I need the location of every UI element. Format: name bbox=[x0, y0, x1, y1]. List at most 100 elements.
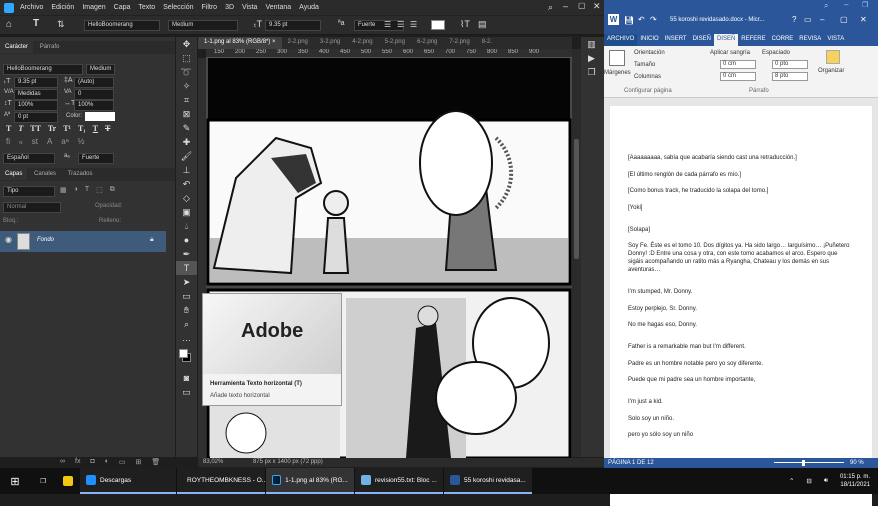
align-right-icon[interactable]: ☰ bbox=[410, 20, 417, 29]
history-panel-icon[interactable]: ▥ bbox=[581, 37, 602, 51]
para-3[interactable]: [Como bonus track, he traducido la solap… bbox=[628, 187, 854, 195]
adjust-filter-icon[interactable]: ◑ bbox=[74, 186, 78, 194]
zoom-level[interactable]: 83,02% bbox=[203, 459, 223, 465]
superscript-button[interactable]: T¹ bbox=[63, 124, 71, 133]
menu-vista[interactable]: Vista bbox=[242, 4, 257, 11]
vertical-scrollbar[interactable] bbox=[572, 49, 581, 457]
space-before-field[interactable]: 0 pto bbox=[772, 60, 808, 69]
blur-tool-icon[interactable]: 💧︎ bbox=[176, 219, 197, 233]
ligature-icon[interactable]: fi bbox=[6, 137, 10, 146]
char-font-style[interactable]: Medium bbox=[86, 64, 115, 75]
ribbon-options-icon[interactable]: ▭ bbox=[804, 15, 812, 24]
layer-name[interactable]: Fondo bbox=[37, 237, 54, 243]
eyedropper-tool-icon[interactable]: ✎ bbox=[176, 121, 197, 135]
word-minimize-icon[interactable]: – bbox=[820, 15, 824, 24]
dodge-tool-icon[interactable]: ● bbox=[176, 233, 197, 247]
taskbar-notepad[interactable]: revision55.txt: Bloc ... bbox=[355, 468, 443, 494]
mask-icon[interactable]: ◘ bbox=[90, 458, 94, 466]
menu-filtro[interactable]: Filtro bbox=[202, 4, 218, 11]
small-caps-button[interactable]: Tr bbox=[48, 124, 56, 133]
zoom-tool-icon[interactable]: ⌕ bbox=[176, 317, 197, 331]
file-explorer-icon[interactable] bbox=[56, 468, 80, 494]
indent-right-field[interactable]: 0 cm bbox=[720, 72, 756, 81]
group-icon[interactable]: ▭ bbox=[119, 458, 126, 466]
frame-tool-icon[interactable]: ⊠ bbox=[176, 107, 197, 121]
para-14[interactable]: Solo soy un niño. bbox=[628, 415, 854, 423]
para-15[interactable]: pero yo sólo soy un niño bbox=[628, 431, 854, 439]
para-11[interactable]: Padre es un hombre notable pero yo soy d… bbox=[628, 360, 854, 368]
swash-icon[interactable]: ℴ bbox=[19, 137, 23, 146]
font-style-select[interactable]: Medium bbox=[168, 20, 238, 31]
tab-capas[interactable]: Capas bbox=[0, 168, 28, 180]
tab-insertar[interactable]: INSERT bbox=[662, 34, 690, 46]
start-button[interactable]: ⊞ bbox=[0, 468, 30, 494]
tab-parrafo[interactable]: Párrafo bbox=[35, 41, 65, 53]
menu-imagen[interactable]: Imagen bbox=[82, 4, 105, 11]
visibility-eye-icon[interactable]: ◉ bbox=[5, 235, 12, 244]
orientation-button[interactable]: Orientación bbox=[634, 50, 665, 56]
volume-icon[interactable]: 🔊︎ bbox=[818, 468, 834, 494]
taskbar-opera[interactable]: ROYTHEOMBKNESS - O... bbox=[177, 468, 267, 494]
panels-icon[interactable]: ▤ bbox=[478, 19, 487, 30]
language-select[interactable]: Español bbox=[3, 153, 55, 164]
arrange-button[interactable]: Organizar bbox=[818, 68, 844, 74]
doc-tab-8[interactable]: 8-2. bbox=[476, 37, 498, 49]
menu-3d[interactable]: 3D bbox=[225, 4, 234, 11]
adjustment-icon[interactable]: ◐ bbox=[105, 458, 109, 466]
menu-ayuda[interactable]: Ayuda bbox=[299, 4, 319, 11]
para-6[interactable]: Soy Fe. Éste es el tomo 10. Dos dígitos … bbox=[628, 242, 854, 274]
align-center-icon[interactable]: ☰ bbox=[397, 20, 404, 29]
all-caps-button[interactable]: TT bbox=[30, 124, 41, 133]
align-left-icon[interactable]: ☰ bbox=[384, 20, 391, 29]
screen-mode-icon[interactable]: ▭ bbox=[176, 385, 197, 399]
tab-archivo[interactable]: ARCHIVO bbox=[604, 34, 638, 46]
app-restore-icon[interactable]: ❐ bbox=[862, 1, 868, 9]
crop-tool-icon[interactable]: ⌗ bbox=[176, 93, 197, 107]
doc-tab-6[interactable]: 6-2.png bbox=[411, 37, 443, 49]
menu-archivo[interactable]: Archivo bbox=[20, 4, 43, 11]
space-after-field[interactable]: 8 pto bbox=[772, 72, 808, 81]
marquee-tool-icon[interactable]: ⬚ bbox=[176, 51, 197, 65]
help-icon[interactable]: ? bbox=[792, 15, 796, 24]
taskbar-word[interactable]: 55 koroshi revidasa... bbox=[444, 468, 532, 494]
doc-tab-5[interactable]: 5-2.png bbox=[379, 37, 411, 49]
ordinal-icon[interactable]: aᵃ bbox=[61, 137, 68, 146]
doc-tab-1[interactable]: 1-1.png al 83% (RGB/8*) × bbox=[198, 37, 282, 49]
type-tool-icon[interactable]: T bbox=[33, 18, 39, 29]
char-kerning[interactable]: Medidas bbox=[14, 89, 58, 100]
menu-texto[interactable]: Texto bbox=[138, 4, 155, 11]
para-10[interactable]: Father is a remarkable man but I'm diffe… bbox=[628, 343, 854, 351]
page-count[interactable]: PÁGINA 1 DE 12 bbox=[608, 460, 654, 466]
tab-diseno-pagina[interactable]: DISEÑ bbox=[713, 34, 739, 46]
scrollbar-thumb[interactable] bbox=[574, 139, 579, 259]
word-page[interactable]: [Aaaaaaaaa, sabía que acabaría siendo ca… bbox=[610, 106, 872, 506]
clock[interactable]: 01:15 p. m. 18/11/2021 bbox=[834, 468, 878, 494]
actions-panel-icon[interactable]: ▶ bbox=[581, 51, 602, 65]
zoom-slider-thumb[interactable] bbox=[802, 460, 805, 466]
color-swatches[interactable] bbox=[176, 345, 197, 371]
link-layers-icon[interactable]: ∞ bbox=[60, 458, 65, 466]
margins-button[interactable]: Márgenes bbox=[604, 70, 631, 76]
more-tools-icon[interactable]: … bbox=[176, 331, 197, 345]
size-button[interactable]: Tamaño bbox=[634, 62, 655, 68]
titling-icon[interactable]: A bbox=[47, 137, 52, 146]
arrange-icon[interactable] bbox=[826, 50, 840, 64]
menu-edicion[interactable]: Edición bbox=[51, 4, 74, 11]
menu-seleccion[interactable]: Selección bbox=[163, 4, 193, 11]
blend-mode-select[interactable]: Normal bbox=[3, 202, 61, 213]
para-7[interactable]: I'm stumped, Mr. Donny. bbox=[628, 288, 854, 296]
gradient-tool-icon[interactable]: ▣ bbox=[176, 205, 197, 219]
shape-tool-icon[interactable]: ▭ bbox=[176, 289, 197, 303]
tab-trazados[interactable]: Trazados bbox=[63, 168, 98, 180]
para-13[interactable]: I'm just a kid. bbox=[628, 398, 854, 406]
pixel-filter-icon[interactable]: ▦ bbox=[60, 186, 67, 194]
text-orientation-icon[interactable]: ⇅ bbox=[57, 19, 65, 30]
font-size-select[interactable]: 9.35 pt bbox=[265, 20, 321, 31]
char-tracking[interactable]: 0 bbox=[74, 89, 114, 100]
eraser-tool-icon[interactable]: ◇ bbox=[176, 191, 197, 205]
margins-icon[interactable] bbox=[609, 50, 625, 66]
zoom-percent[interactable]: 90 % bbox=[850, 460, 864, 466]
history-brush-icon[interactable]: ↶ bbox=[176, 177, 197, 191]
warp-text-icon[interactable]: ⌇T bbox=[460, 19, 470, 30]
tray-chevron-icon[interactable]: ⌃ bbox=[783, 468, 800, 494]
